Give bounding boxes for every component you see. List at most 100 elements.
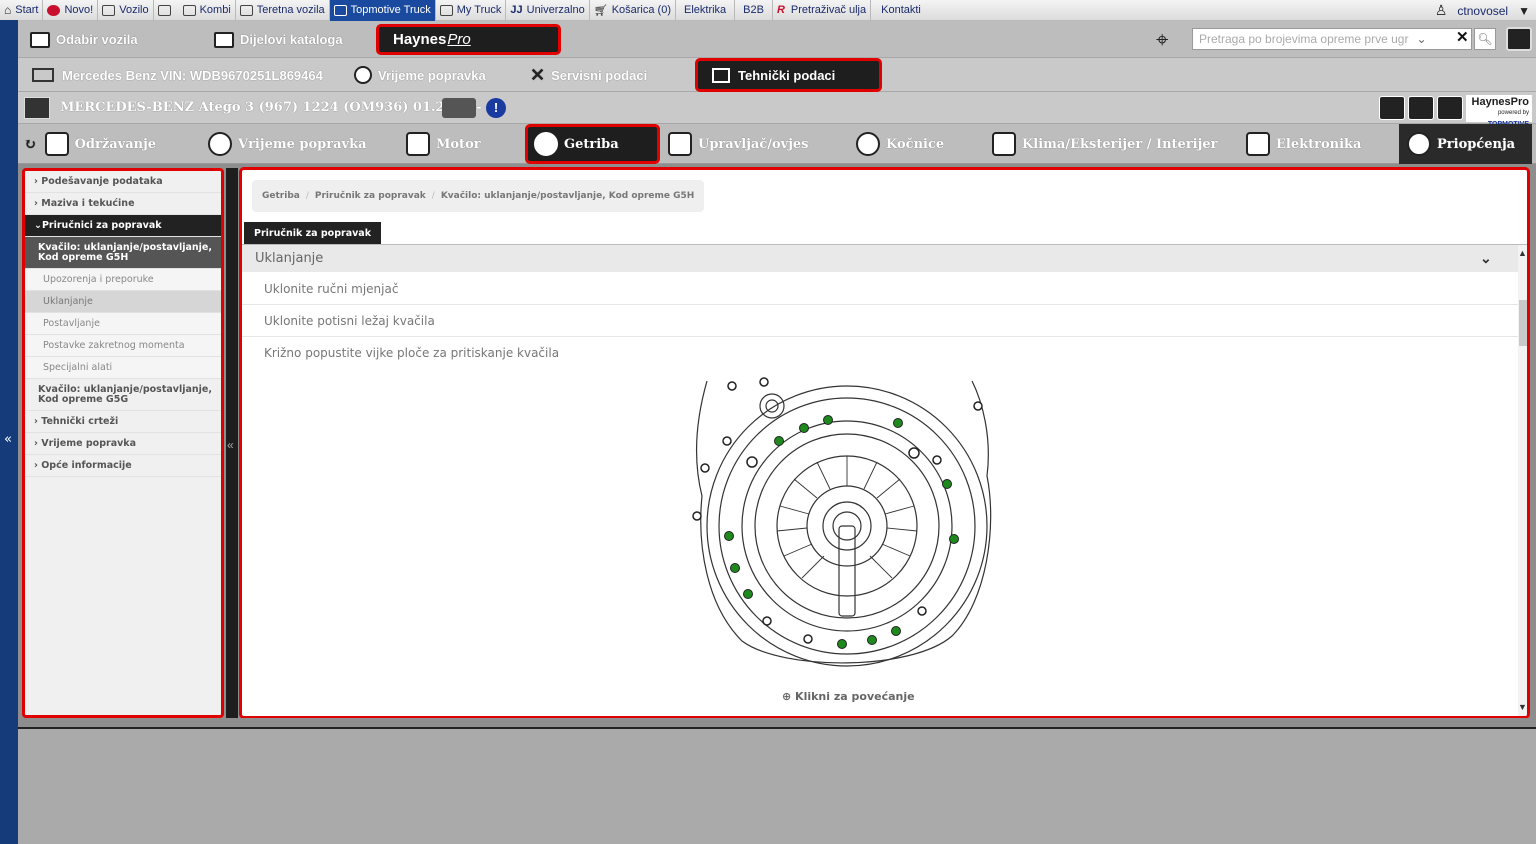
main-content: Getriba / Priručnik za popravak / Kvačilo:…	[239, 167, 1530, 719]
sidebar-item-podesavanje[interactable]: › Podešavanje podataka	[25, 171, 221, 193]
chevron-down-icon[interactable]: ⌄	[1480, 250, 1492, 267]
sidebar-item-label: Postavke zakretnog momenta	[43, 340, 185, 351]
tab-vrijeme-popravka[interactable]: Vrijeme popravka	[208, 124, 367, 164]
badge-sub: powered by	[1497, 110, 1529, 116]
scroll-down-icon[interactable]: ▼	[1518, 702, 1527, 712]
zoom-link[interactable]: ⊕ Klikni za povećanje	[782, 690, 915, 703]
tab-priopcenja[interactable]: Priopćenja	[1399, 124, 1532, 164]
menu-kontakti[interactable]: Kontakti	[871, 0, 931, 21]
menu-b2b[interactable]: B2B	[735, 0, 773, 21]
sidebar-item-label: Vrijeme popravka	[41, 438, 137, 449]
tab-label: Održavanje	[74, 136, 157, 152]
sidebar-item-label: Uklanjanje	[43, 296, 93, 307]
menu-checkbox[interactable]	[154, 0, 179, 21]
tab-getriba[interactable]: Getriba	[525, 124, 660, 164]
clock-icon	[354, 66, 372, 84]
menu-univerzalno[interactable]: JJ Univerzalno	[506, 0, 590, 21]
menu-kombi[interactable]: Kombi	[179, 0, 236, 21]
tab-label: Priopćenja	[1437, 136, 1516, 152]
sidebar-item-kvacilo-g5h[interactable]: Kvačilo: uklanjanje/postavljanje, Kod op…	[25, 237, 221, 269]
bottom-pane	[18, 727, 1536, 844]
scroll-up-icon[interactable]: ▲	[1518, 248, 1527, 258]
vehicle-bar: MERCEDES-BENZ Atego 3 (967) 1224 (OM936)…	[18, 92, 1536, 128]
step-row: Uklonite ručni mjenjač	[242, 273, 1518, 305]
sidebar-item-label: Kvačilo: uklanjanje/postavljanje, Kod op…	[38, 242, 212, 263]
oil-search-icon: R	[776, 4, 785, 16]
truck-search-icon[interactable]	[442, 98, 476, 118]
tab-klima[interactable]: Klima/Eksterijer / Interijer	[992, 124, 1217, 164]
sidebar-collapse-handle[interactable]: «	[226, 168, 238, 718]
menu-pretrazivac-ulja[interactable]: R Pretraživač ulja	[773, 0, 872, 21]
tab-elektronika[interactable]: Elektronika	[1246, 124, 1361, 164]
sidebar-item-maziva[interactable]: › Maziva i tekućine	[25, 193, 221, 215]
clear-search-icon[interactable]: ✕	[1456, 28, 1469, 46]
servisni-podaci-nav[interactable]: ✕ Servisni podaci	[530, 58, 647, 92]
user-name: ctnovosel	[1457, 3, 1509, 18]
car-settings-icon[interactable]	[1379, 96, 1405, 120]
dijelovi-kataloga-button[interactable]: Dijelovi kataloga	[214, 21, 343, 58]
chip-icon	[1246, 132, 1270, 156]
menu-pretrazivac-label: Pretraživač ulja	[790, 4, 867, 16]
clutch-diagram[interactable]	[692, 376, 997, 671]
search-icon[interactable]: 🔍︎	[1474, 28, 1496, 50]
menu-topmotive-truck[interactable]: Topmotive Truck	[329, 0, 436, 21]
sidebar-item-opce[interactable]: › Opće informacije	[25, 455, 221, 477]
tech-data-icon	[712, 67, 730, 83]
vin-info[interactable]: Mercedes Benz VIN: WDB9670251L869464	[32, 58, 323, 92]
left-collapse-strip[interactable]: «	[0, 20, 18, 844]
tab-motor[interactable]: Motor	[406, 124, 481, 164]
menu-teretna[interactable]: Teretna vozila	[236, 0, 330, 21]
home-icon: ⌂	[4, 3, 12, 17]
search-placeholder: Pretraga po brojevima opreme prve ugr	[1199, 32, 1409, 46]
tab-odrzavanje[interactable]: ↻ Održavanje	[24, 124, 156, 164]
sidebar-item-label: Podešavanje podataka	[41, 176, 163, 187]
menu-univerzalno-label: Univerzalno	[526, 4, 585, 16]
tab-upravljac-ovjes[interactable]: Upravljač/ovjes	[668, 124, 809, 164]
menu-kosarica[interactable]: 🛒︎ Košarica (0)	[590, 0, 676, 21]
info-icon[interactable]: !	[486, 98, 506, 118]
breadcrumb-item[interactable]: Priručnik za popravak	[315, 191, 426, 201]
menu-vozilo[interactable]: Vozilo	[98, 0, 154, 21]
car-search-icon[interactable]	[24, 97, 50, 119]
menu-start[interactable]: ⌂ Start	[0, 0, 44, 21]
equipment-search-input[interactable]: Pretraga po brojevima opreme prve ugr ⌄	[1192, 28, 1472, 50]
sidebar-item-postavke[interactable]: Postavke zakretnog momenta	[25, 335, 221, 357]
vehicle-search-icon[interactable]	[1437, 96, 1463, 120]
section-title: Uklanjanje	[255, 251, 324, 266]
tehnicki-podaci-tab[interactable]: Tehnički podaci	[695, 58, 882, 92]
tab-kocnice[interactable]: Kočnice	[856, 124, 944, 164]
checkbox-icon	[157, 4, 171, 16]
menu-novo[interactable]: Novo!	[43, 0, 99, 21]
sidebar-item-kvacilo-g5g[interactable]: Kvačilo: uklanjanje/postavljanje, Kod op…	[25, 379, 221, 411]
sidebar-item-specijalni[interactable]: Specijalni alati	[25, 357, 221, 379]
print-icon[interactable]	[1408, 96, 1434, 120]
user-menu[interactable]: ♙ ctnovosel ▼	[1435, 0, 1530, 21]
haynespro-tab[interactable]: Haynes Pro	[376, 24, 561, 55]
sidebar-item-vrijeme[interactable]: › Vrijeme popravka	[25, 433, 221, 455]
breadcrumb-item[interactable]: Getriba	[262, 191, 300, 201]
sidebar-item-prirucnici[interactable]: ⌄Priručnici za popravak	[25, 215, 221, 237]
sidebar-item-postavljanje[interactable]: Postavljanje	[25, 313, 221, 335]
odabir-vozila-button[interactable]: Odabir vozila	[30, 21, 138, 58]
menu-mytruck-label: My Truck	[456, 4, 502, 16]
top-menu-bar: ⌂ Start Novo! Vozilo Kombi Teretna vozila…	[0, 0, 1536, 21]
car-icon	[102, 4, 116, 16]
sidebar-item-tehnicki-crtezi[interactable]: › Tehnički crteži	[25, 411, 221, 433]
sidebar-item-label: Kvačilo: uklanjanje/postavljanje, Kod op…	[38, 384, 212, 405]
servisni-label: Servisni podaci	[551, 67, 648, 83]
sidebar-item-label: Specijalni alati	[43, 362, 113, 373]
section-header[interactable]: Uklanjanje	[242, 245, 1518, 272]
scrollbar-thumb[interactable]	[1519, 300, 1527, 346]
sidebar-item-upozorenja[interactable]: Upozorenja i preporuke	[25, 269, 221, 291]
vrijeme-popravka-nav[interactable]: Vrijeme popravka	[354, 58, 486, 92]
menu-my-truck[interactable]: My Truck	[436, 0, 507, 21]
car-search-icon	[32, 68, 54, 82]
menu-kosarica-label: Košarica (0)	[611, 4, 671, 16]
sidebar-item-uklanjanje[interactable]: Uklanjanje	[25, 291, 221, 313]
menu-elektrika[interactable]: Elektrika	[676, 0, 736, 21]
sidebar: › Podešavanje podataka › Maziva i tekući…	[22, 168, 224, 718]
car-settings-icon[interactable]	[1506, 27, 1532, 51]
tab-prirucnik[interactable]: Priručnik za popravak	[244, 222, 382, 244]
crosshair-icon[interactable]: ⌖	[1156, 27, 1168, 53]
haynes-pro: Pro	[447, 31, 471, 48]
